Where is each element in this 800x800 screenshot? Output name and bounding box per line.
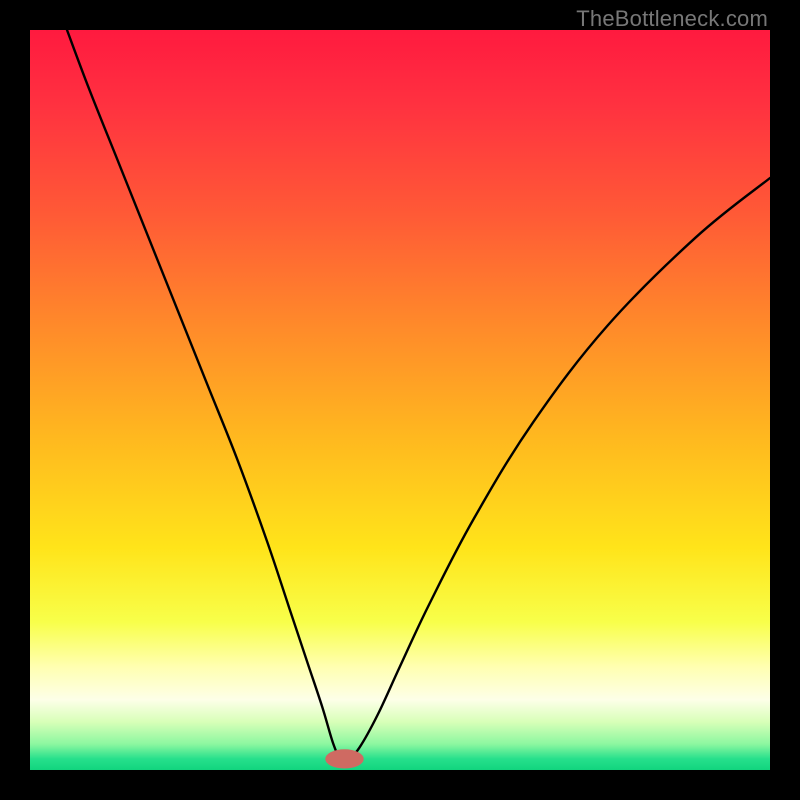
watermark-text: TheBottleneck.com xyxy=(576,6,768,32)
optimum-marker xyxy=(325,749,363,768)
gradient-background xyxy=(30,30,770,770)
bottleneck-chart xyxy=(30,30,770,770)
chart-frame xyxy=(30,30,770,770)
